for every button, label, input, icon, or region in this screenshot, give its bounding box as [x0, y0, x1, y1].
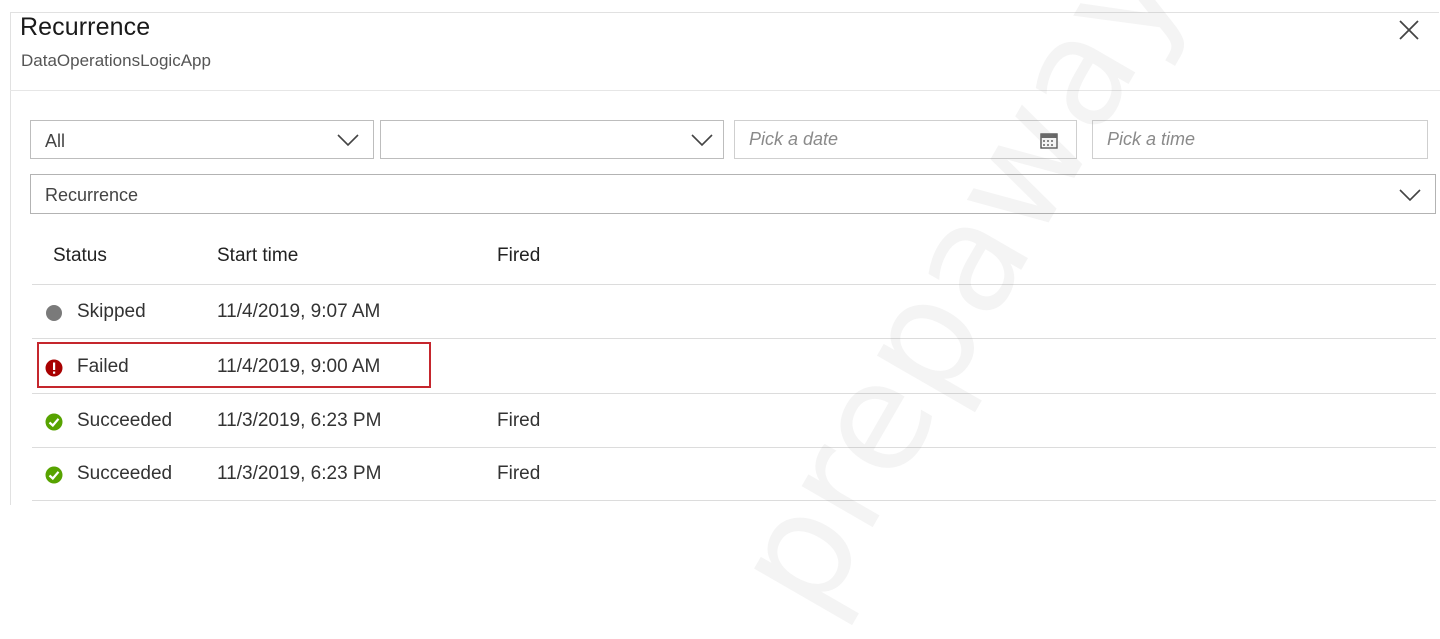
chevron-down-icon	[691, 134, 713, 147]
row-divider	[32, 393, 1436, 394]
fired-text: Fired	[497, 463, 541, 484]
status-filter-value: All	[45, 131, 66, 151]
secondary-filter-select[interactable]	[380, 120, 724, 159]
chevron-down-icon	[337, 134, 359, 147]
blade-subtitle: DataOperationsLogicApp	[21, 51, 211, 70]
fired-text: Fired	[497, 410, 541, 431]
status-text: Succeeded	[77, 410, 173, 431]
row-divider	[32, 338, 1436, 339]
header-divider-line	[32, 284, 1436, 285]
failed-row-highlight	[37, 342, 431, 388]
close-button[interactable]	[1394, 15, 1424, 45]
status-text: Skipped	[77, 301, 146, 322]
status-text: Succeeded	[77, 463, 173, 484]
chevron-down-icon	[1399, 189, 1421, 202]
trigger-filter-select[interactable]: Recurrence	[30, 174, 1436, 214]
column-header-start-time[interactable]: Start time	[217, 245, 298, 267]
row-divider	[32, 500, 1436, 501]
date-input[interactable]	[735, 121, 1076, 158]
blade-title: Recurrence	[20, 13, 151, 41]
time-input[interactable]	[1093, 121, 1427, 158]
skipped-circle-icon	[46, 305, 62, 321]
start-time-text: 11/3/2019, 6:23 PM	[217, 410, 382, 431]
start-time-text: 11/3/2019, 6:23 PM	[217, 463, 382, 484]
trigger-filter-value: Recurrence	[45, 185, 139, 205]
header-divider	[10, 90, 1440, 91]
column-header-fired[interactable]: Fired	[497, 245, 540, 267]
close-icon	[1399, 20, 1419, 40]
calendar-icon[interactable]	[1040, 132, 1058, 149]
status-filter-select[interactable]: All	[30, 120, 374, 159]
row-divider	[32, 447, 1436, 448]
time-picker[interactable]	[1092, 120, 1428, 159]
date-picker[interactable]	[734, 120, 1077, 159]
start-time-text: 11/4/2019, 9:07 AM	[217, 301, 381, 322]
success-check-icon	[45, 466, 63, 484]
success-check-icon	[45, 413, 63, 431]
column-header-status[interactable]: Status	[53, 245, 107, 267]
